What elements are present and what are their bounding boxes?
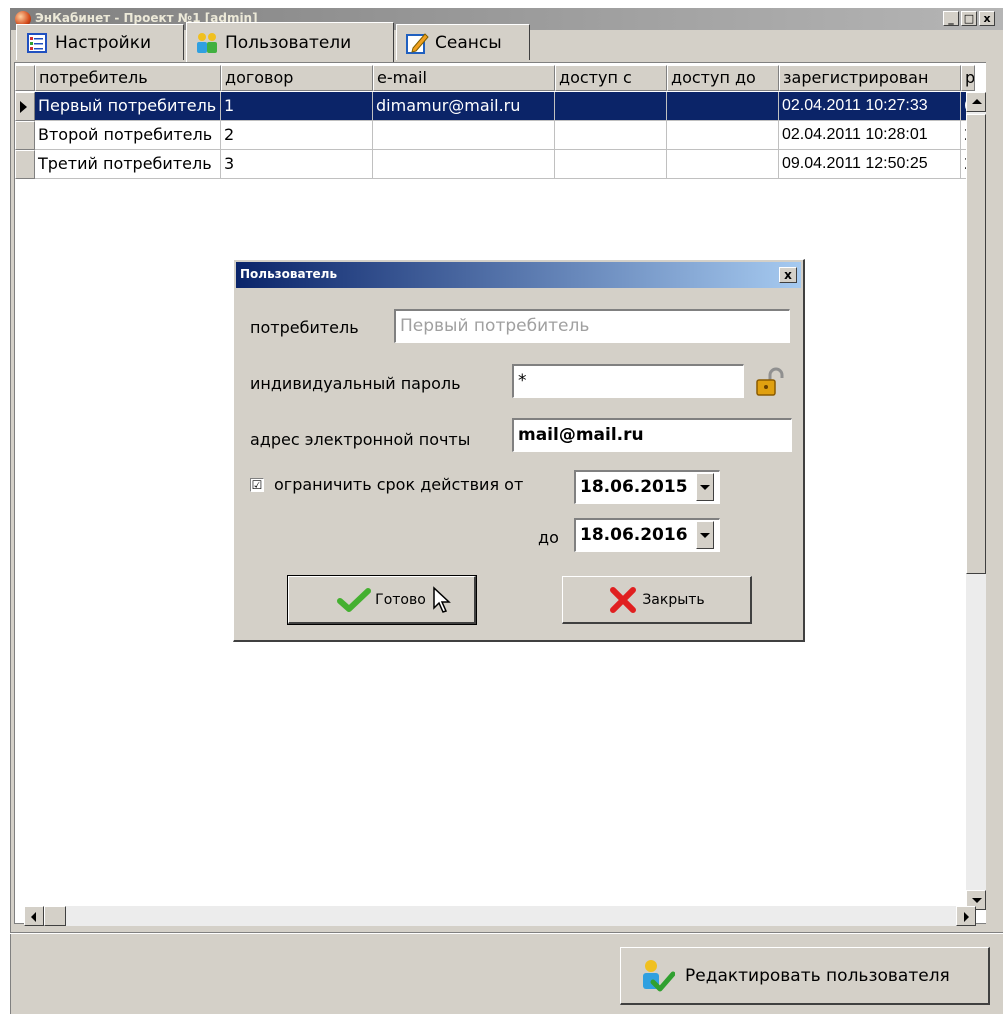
cell-registered[interactable]: 02.04.2011 10:27:33 [779, 92, 961, 121]
scroll-right-button[interactable] [956, 906, 976, 926]
to-label: до [538, 528, 559, 547]
date-from-dropdown[interactable] [696, 473, 714, 501]
users-icon [195, 31, 219, 55]
cell-consumer[interactable]: Первый потребитель [35, 92, 221, 121]
scroll-up-button[interactable] [966, 92, 986, 112]
horizontal-scroll-thumb[interactable] [44, 906, 66, 926]
cell-consumer[interactable]: Второй потребитель [35, 121, 221, 150]
cell-email[interactable]: dimamur@mail.ru [373, 92, 555, 121]
dialog-title: Пользователь [240, 267, 338, 281]
column-header-access-to[interactable]: доступ до [667, 65, 779, 91]
cell-contract[interactable]: 3 [221, 150, 373, 179]
cell-email[interactable] [373, 121, 555, 150]
vertical-scroll-thumb[interactable] [966, 114, 986, 574]
close-window-button[interactable]: x [979, 11, 995, 26]
tab-users[interactable]: Пользователи [186, 22, 394, 62]
tab-sessions[interactable]: Сеансы [396, 24, 530, 60]
table-row[interactable]: Третий потребитель 3 09.04.2011 12:50:25… [15, 150, 975, 179]
column-header-extra[interactable]: р [961, 65, 975, 91]
horizontal-scrollbar[interactable] [24, 906, 976, 926]
green-checkmark-icon [337, 587, 372, 612]
chevron-down-icon [700, 485, 710, 490]
column-header-registered[interactable]: зарегистрирован [779, 65, 961, 91]
pencil-note-icon [405, 31, 429, 55]
row-indicator [15, 121, 35, 150]
mouse-cursor-icon [432, 586, 452, 614]
consumer-label: потребитель [250, 318, 359, 337]
minimize-button[interactable]: _ [943, 11, 959, 26]
close-button[interactable]: Закрыть [562, 576, 752, 624]
vertical-scrollbar[interactable] [966, 92, 986, 910]
arrow-down-icon [972, 898, 982, 903]
table-row[interactable]: Второй потребитель 2 02.04.2011 10:28:01… [15, 121, 975, 150]
arrow-left-icon [31, 912, 36, 922]
arrow-up-icon [972, 99, 982, 104]
current-row-arrow-icon [20, 101, 27, 113]
column-header-email[interactable]: e-mail [373, 65, 555, 91]
settings-list-icon [25, 31, 49, 55]
dialog-titlebar[interactable]: Пользователь x [236, 262, 801, 288]
date-to-dropdown[interactable] [696, 521, 714, 549]
consumer-field: Первый потребитель [394, 309, 790, 343]
cell-registered[interactable]: 09.04.2011 12:50:25 [779, 150, 961, 179]
user-check-icon [639, 958, 676, 994]
tab-settings[interactable]: Настройки [16, 24, 184, 60]
column-header-contract[interactable]: договор [221, 65, 373, 91]
cell-contract[interactable]: 1 [221, 92, 373, 121]
unlocked-padlock-icon[interactable] [754, 366, 786, 398]
limit-period-label: ограничить срок действия от [274, 475, 524, 494]
email-field[interactable]: mail@mail.ru [512, 418, 792, 452]
scroll-left-button[interactable] [24, 906, 44, 926]
cell-contract[interactable]: 2 [221, 121, 373, 150]
tab-settings-label: Настройки [55, 32, 152, 53]
email-label: адрес электронной почты [250, 430, 471, 449]
dialog-close-button[interactable]: x [779, 267, 797, 283]
password-label: индивидуальный пароль [250, 374, 461, 393]
limit-period-checkbox[interactable]: ☑ [250, 478, 264, 492]
cell-email[interactable] [373, 150, 555, 179]
cell-registered[interactable]: 02.04.2011 10:28:01 [779, 121, 961, 150]
password-field[interactable]: * [512, 364, 744, 398]
user-dialog: Пользователь x потребитель Первый потреб… [233, 259, 805, 642]
table-row[interactable]: Первый потребитель 1 dimamur@mail.ru 02.… [15, 92, 975, 121]
cell-access-from[interactable] [555, 92, 667, 121]
ok-label: Готово [375, 591, 426, 608]
cell-access-to[interactable] [667, 92, 779, 121]
row-indicator [15, 150, 35, 179]
red-x-icon [608, 585, 638, 615]
row-indicator [15, 92, 35, 121]
cell-consumer[interactable]: Третий потребитель [35, 150, 221, 179]
maximize-button[interactable]: □ [961, 11, 977, 26]
cell-access-from[interactable] [555, 121, 667, 150]
chevron-down-icon [700, 533, 710, 538]
edit-user-label: Редактировать пользователя [685, 965, 950, 986]
cell-access-to[interactable] [667, 150, 779, 179]
header-indicator [15, 65, 35, 91]
tab-users-label: Пользователи [225, 32, 352, 53]
cell-access-to[interactable] [667, 121, 779, 150]
cell-access-from[interactable] [555, 150, 667, 179]
column-header-consumer[interactable]: потребитель [35, 65, 221, 91]
tab-sessions-label: Сеансы [435, 32, 502, 53]
column-header-access-from[interactable]: доступ с [555, 65, 667, 91]
status-separator [10, 932, 1003, 934]
edit-user-button[interactable]: Редактировать пользователя [620, 947, 990, 1005]
arrow-right-icon [964, 912, 969, 922]
close-label: Закрыть [642, 591, 705, 608]
